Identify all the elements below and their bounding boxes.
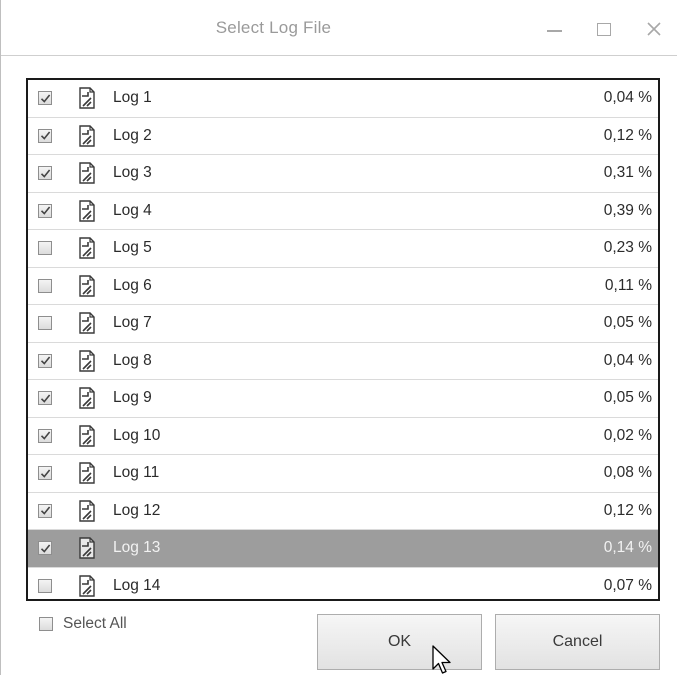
log-row[interactable]: Log 12 0,12 % (28, 493, 658, 530)
log-file-icon (78, 200, 96, 222)
log-row[interactable]: Log 6 0,11 % (28, 268, 658, 305)
log-name: Log 7 (113, 314, 152, 332)
log-percent: 0,04 % (603, 351, 652, 369)
select-all-label: Select All (63, 615, 127, 632)
log-name: Log 6 (113, 276, 152, 294)
log-file-icon (78, 462, 96, 484)
log-checkbox[interactable] (38, 278, 52, 293)
log-name: Log 14 (113, 577, 161, 595)
log-checkbox[interactable] (38, 579, 52, 594)
log-file-icon (78, 425, 96, 447)
log-name: Log 10 (113, 426, 161, 444)
log-checkbox[interactable] (38, 391, 52, 406)
log-name: Log 8 (113, 351, 152, 369)
close-icon[interactable] (641, 16, 667, 42)
log-file-icon (78, 575, 96, 597)
maximize-icon[interactable] (591, 16, 617, 42)
log-row[interactable]: Log 2 0,12 % (28, 118, 658, 155)
log-checkbox[interactable] (38, 128, 52, 143)
ok-button[interactable]: OK (317, 614, 482, 670)
log-row[interactable]: Log 4 0,39 % (28, 193, 658, 230)
log-name: Log 12 (113, 501, 161, 519)
log-percent: 0,23 % (603, 239, 652, 257)
cancel-button[interactable]: Cancel (495, 614, 660, 670)
log-checkbox[interactable] (38, 541, 52, 556)
select-all-checkbox[interactable]: Select All (39, 615, 127, 633)
log-file-icon (78, 125, 96, 147)
log-name: Log 5 (113, 239, 152, 257)
log-percent: 0,02 % (603, 426, 652, 444)
log-row[interactable]: Log 9 0,05 % (28, 380, 658, 418)
log-name: Log 11 (113, 464, 160, 482)
minimize-icon[interactable] (541, 16, 567, 42)
log-percent: 0,05 % (603, 389, 652, 407)
log-checkbox[interactable] (38, 203, 52, 218)
window-title: Select Log File (215, 18, 332, 37)
log-row[interactable]: Log 3 0,31 % (28, 155, 658, 193)
mouse-cursor-icon (432, 645, 451, 674)
log-name: Log 13 (113, 539, 161, 557)
log-file-icon (78, 537, 96, 559)
log-checkbox[interactable] (38, 466, 52, 481)
log-file-icon (78, 350, 96, 372)
log-checkbox[interactable] (38, 91, 52, 106)
log-percent: 0,39 % (603, 201, 652, 219)
log-checkbox[interactable] (38, 316, 52, 331)
log-row[interactable]: Log 7 0,05 % (28, 305, 658, 343)
log-file-icon (78, 87, 96, 109)
log-file-icon (78, 275, 96, 297)
log-percent: 0,12 % (603, 126, 652, 144)
title-bar[interactable]: Select Log File (1, 0, 677, 56)
log-row[interactable]: Log 11 0,08 % (28, 455, 658, 493)
log-percent: 0,14 % (603, 539, 652, 557)
log-percent: 0,12 % (603, 501, 652, 519)
log-percent: 0,04 % (603, 89, 652, 107)
log-row[interactable]: Log 1 0,04 % (28, 80, 658, 118)
log-name: Log 3 (113, 164, 152, 182)
log-row[interactable]: Log 13 0,14 % (28, 530, 658, 568)
log-percent: 0,08 % (603, 464, 652, 482)
log-file-icon (78, 162, 96, 184)
log-checkbox[interactable] (38, 241, 52, 256)
log-row[interactable]: Log 5 0,23 % (28, 230, 658, 268)
select-log-file-dialog: Select Log File Log 1 0,04 % Log 2 0,12 % Lo… (0, 0, 677, 675)
log-file-icon (78, 312, 96, 334)
log-percent: 0,31 % (603, 164, 652, 182)
log-checkbox[interactable] (38, 353, 52, 368)
log-file-icon (78, 500, 96, 522)
log-file-icon (78, 387, 96, 409)
log-file-icon (78, 237, 96, 259)
log-checkbox[interactable] (38, 428, 52, 443)
log-name: Log 4 (113, 201, 152, 219)
log-name: Log 2 (113, 126, 152, 144)
log-row[interactable]: Log 14 0,07 % (28, 568, 658, 600)
log-row[interactable]: Log 8 0,04 % (28, 343, 658, 380)
log-name: Log 1 (113, 89, 152, 107)
log-row[interactable]: Log 10 0,02 % (28, 418, 658, 455)
log-percent: 0,07 % (603, 577, 652, 595)
log-percent: 0,05 % (603, 314, 652, 332)
log-name: Log 9 (113, 389, 152, 407)
log-percent: 0,11 % (604, 276, 652, 294)
log-checkbox[interactable] (38, 166, 52, 181)
select-all-box[interactable] (39, 617, 53, 631)
log-file-list[interactable]: Log 1 0,04 % Log 2 0,12 % Log 3 0,31 % Log 4 0,… (26, 78, 660, 601)
log-checkbox[interactable] (38, 503, 52, 518)
